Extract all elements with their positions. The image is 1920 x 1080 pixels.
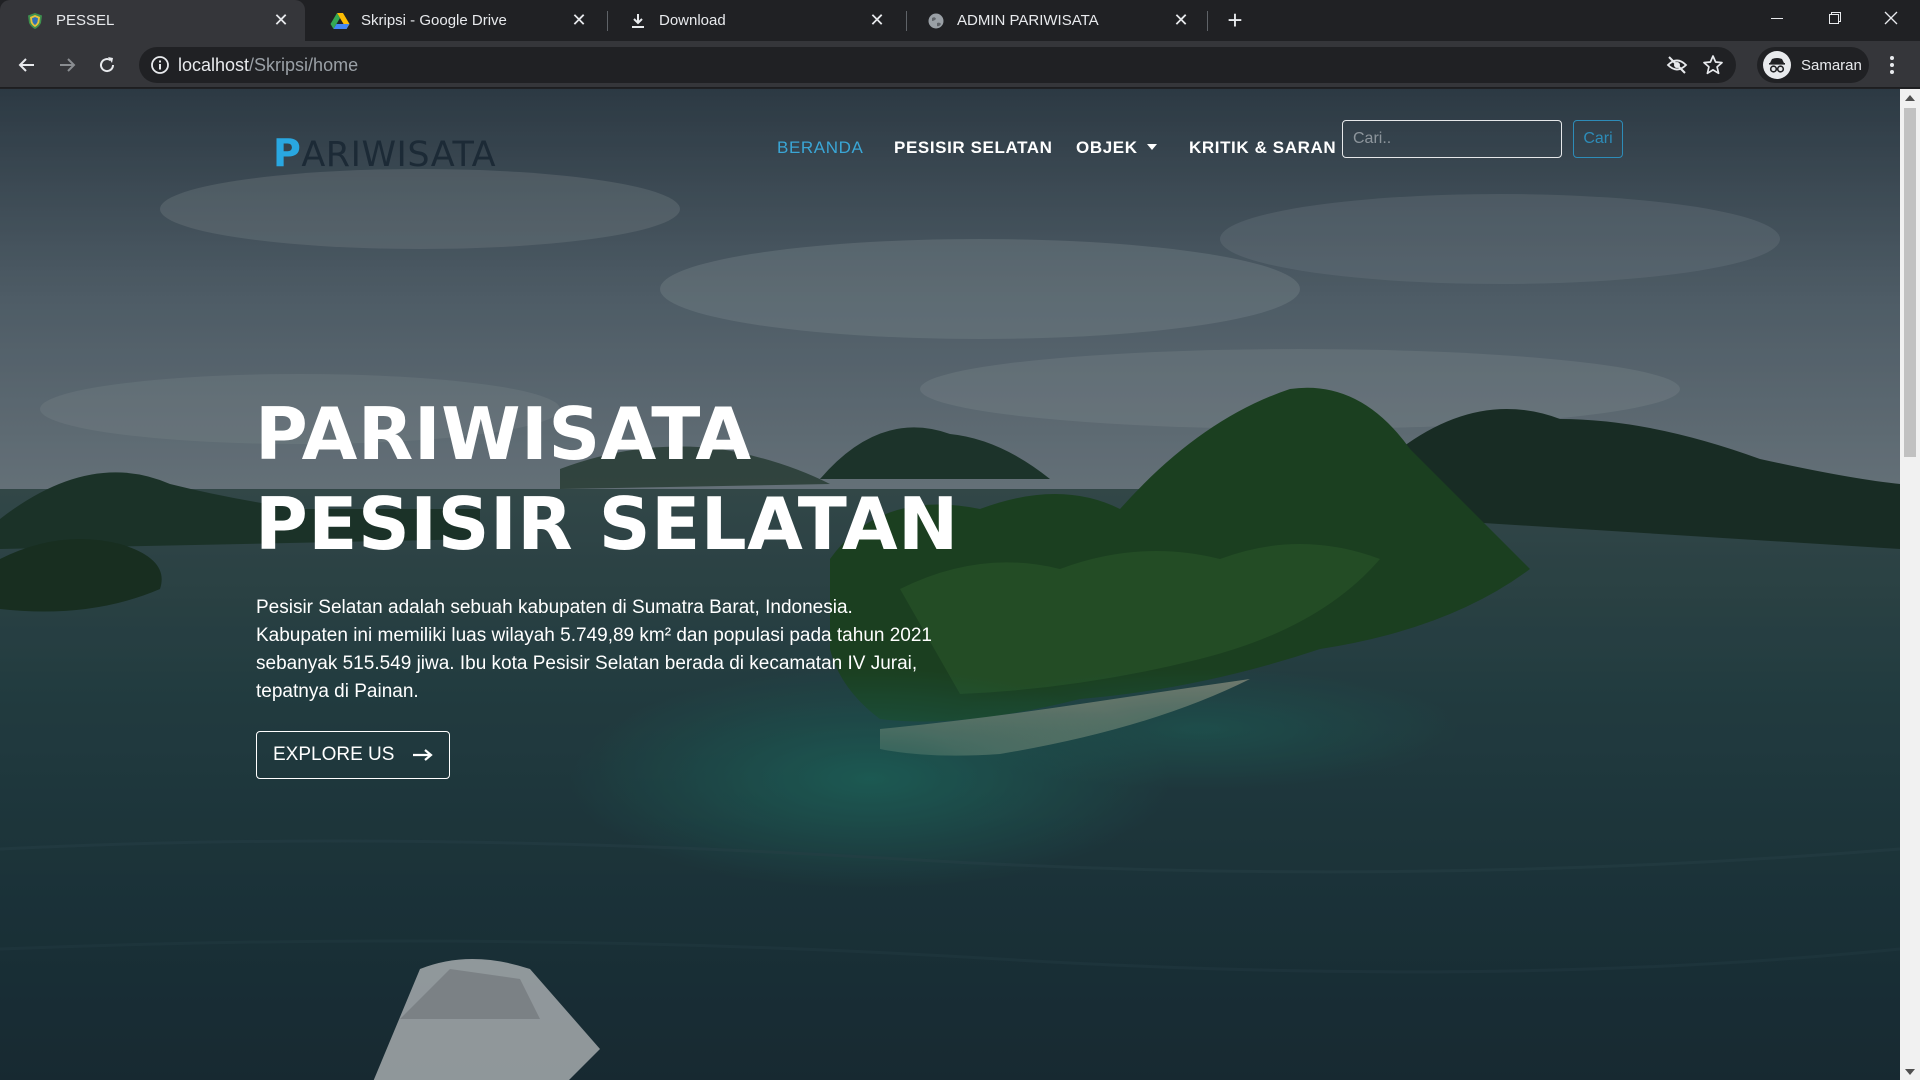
info-icon[interactable] bbox=[150, 55, 170, 75]
logo-initial: P bbox=[273, 131, 302, 175]
browser-tab-strip: PESSEL ✕ Skripsi - Google Drive ✕ Downlo… bbox=[0, 0, 1920, 41]
url-text: localhost/Skripsi/home bbox=[178, 55, 358, 76]
hero-section: PARIWISATA BERANDA PESISIR SELATAN OBJEK… bbox=[0, 89, 1900, 1080]
close-icon[interactable]: ✕ bbox=[867, 10, 887, 31]
window-close-icon[interactable] bbox=[1862, 0, 1920, 36]
download-icon bbox=[628, 11, 648, 31]
star-icon[interactable] bbox=[1702, 54, 1724, 76]
eye-slash-icon[interactable] bbox=[1666, 54, 1688, 76]
tab-download[interactable]: Download ✕ bbox=[603, 0, 901, 41]
tab-pessel[interactable]: PESSEL ✕ bbox=[0, 0, 305, 41]
nav-pesisir-selatan[interactable]: PESISIR SELATAN bbox=[894, 129, 1053, 167]
shield-icon bbox=[25, 11, 45, 31]
hero-title-line-1: PARIWISATA bbox=[255, 392, 752, 476]
google-drive-icon bbox=[330, 11, 350, 31]
tab-title: Download bbox=[659, 12, 726, 29]
hero-overlay bbox=[0, 89, 1900, 1080]
scrollbar-thumb[interactable] bbox=[1904, 108, 1916, 457]
close-icon[interactable]: ✕ bbox=[1171, 10, 1191, 31]
page-viewport: PARIWISATA BERANDA PESISIR SELATAN OBJEK… bbox=[0, 89, 1920, 1080]
hero-description: Pesisir Selatan adalah sebuah kabupaten … bbox=[256, 597, 932, 702]
profile-name: Samaran bbox=[1801, 56, 1862, 74]
arrow-right-icon bbox=[413, 749, 434, 761]
explore-us-label: EXPLORE US bbox=[273, 744, 395, 765]
nav-beranda[interactable]: BERANDA bbox=[777, 129, 863, 167]
globe-icon bbox=[926, 11, 946, 31]
profile-button[interactable]: Samaran bbox=[1757, 47, 1869, 83]
hero-title: PARIWISATA PESISIR SELATAN bbox=[255, 389, 959, 569]
logo-text: ARIWISATA bbox=[301, 135, 497, 175]
address-bar[interactable]: localhost/Skripsi/home bbox=[139, 47, 1736, 83]
restore-icon[interactable] bbox=[1806, 0, 1864, 36]
scroll-up-arrow-icon[interactable] bbox=[1900, 89, 1920, 106]
tab-divider bbox=[1207, 11, 1208, 31]
more-menu-icon[interactable] bbox=[1880, 53, 1904, 77]
browser-toolbar: localhost/Skripsi/home Samaran bbox=[0, 41, 1920, 88]
tab-admin-pariwisata[interactable]: ADMIN PARIWISATA ✕ bbox=[901, 0, 1205, 41]
search-button[interactable]: Cari bbox=[1573, 120, 1623, 158]
nav-objek-dropdown[interactable]: OBJEK bbox=[1076, 129, 1157, 167]
forward-arrow-icon[interactable] bbox=[51, 49, 83, 81]
reload-icon[interactable] bbox=[91, 49, 123, 81]
close-icon[interactable]: ✕ bbox=[569, 10, 589, 31]
tab-title: PESSEL bbox=[56, 12, 115, 29]
incognito-avatar-icon bbox=[1763, 51, 1791, 79]
hero-title-line-2: PESISIR SELATAN bbox=[255, 482, 959, 566]
caret-down-icon bbox=[1146, 144, 1157, 150]
explore-us-button[interactable]: EXPLORE US bbox=[256, 731, 450, 779]
tab-title: ADMIN PARIWISATA bbox=[957, 12, 1099, 29]
url-path: /Skripsi/home bbox=[249, 55, 359, 75]
new-tab-plus-icon[interactable]: + bbox=[1222, 7, 1248, 34]
scroll-down-arrow-icon[interactable] bbox=[1900, 1063, 1920, 1080]
search-input[interactable] bbox=[1342, 120, 1562, 158]
tab-google-drive[interactable]: Skripsi - Google Drive ✕ bbox=[305, 0, 603, 41]
nav-objek-label: OBJEK bbox=[1076, 138, 1138, 157]
url-host: localhost bbox=[178, 55, 250, 75]
tab-title: Skripsi - Google Drive bbox=[361, 12, 507, 29]
close-icon[interactable]: ✕ bbox=[271, 10, 291, 31]
page-scrollbar[interactable] bbox=[1900, 89, 1920, 1080]
minimize-icon[interactable] bbox=[1748, 0, 1806, 36]
back-arrow-icon[interactable] bbox=[11, 49, 43, 81]
site-logo[interactable]: PARIWISATA bbox=[273, 131, 496, 175]
nav-kritik-saran[interactable]: KRITIK & SARAN bbox=[1189, 129, 1336, 167]
